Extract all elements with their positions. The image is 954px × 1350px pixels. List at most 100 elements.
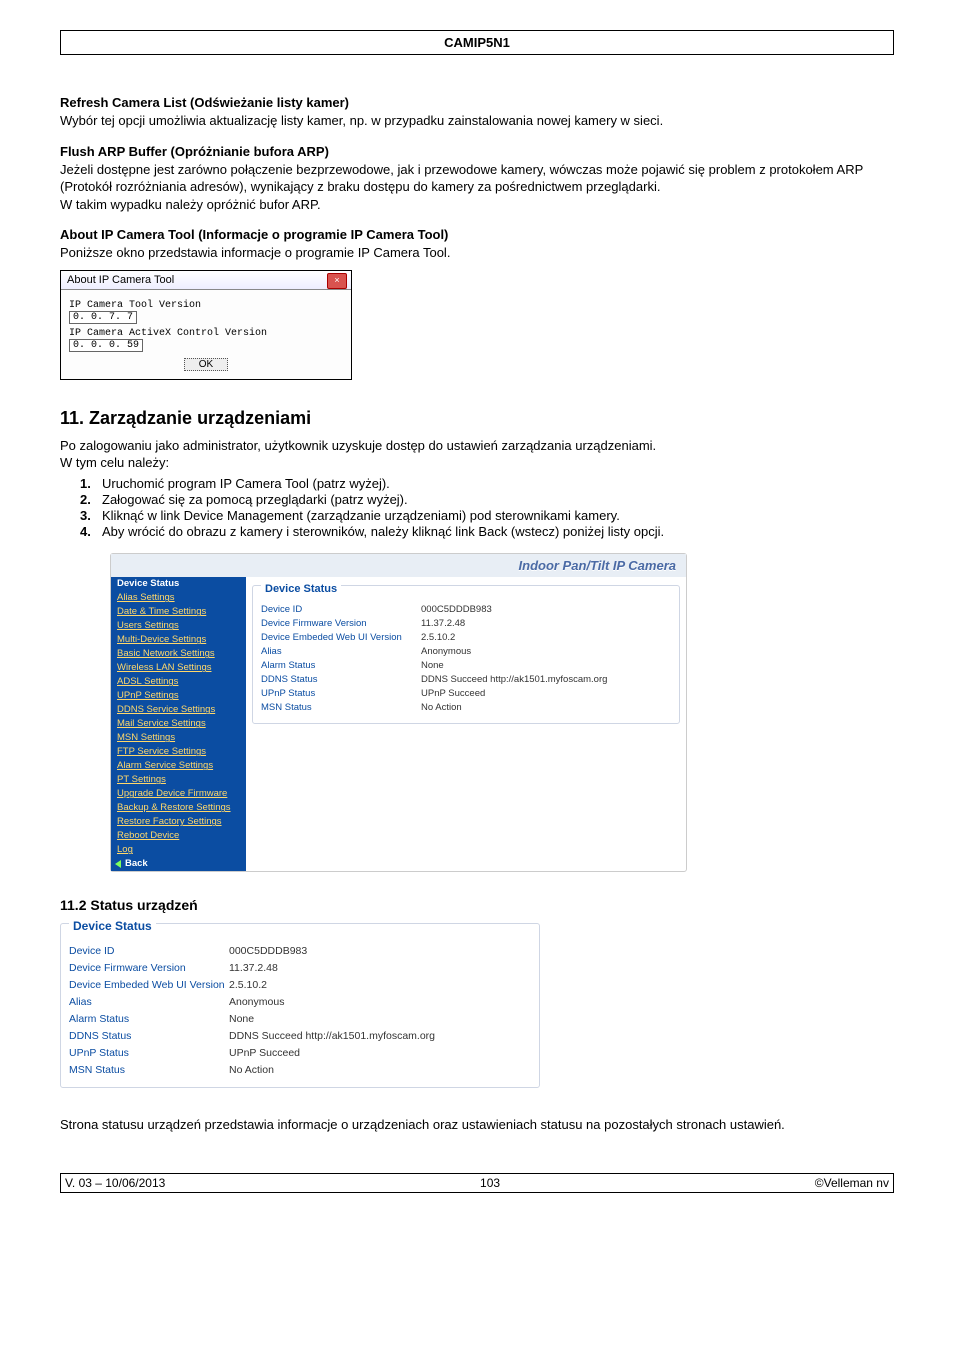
ds-k: Device Embeded Web UI Version: [69, 979, 229, 991]
sidebar-item-msn[interactable]: MSN Settings: [111, 731, 246, 745]
about-dialog-title: About IP Camera Tool ×: [61, 271, 351, 290]
ds-v: Anonymous: [229, 996, 284, 1008]
ds-k: Alarm Status: [69, 1013, 229, 1025]
footer-center: 103: [480, 1176, 500, 1190]
device-status-panel2-title: Device Status: [69, 919, 156, 933]
sidebar-item-log[interactable]: Log: [111, 843, 246, 857]
doc-title: CAMIP5N1: [444, 35, 510, 50]
ds-v: No Action: [421, 702, 462, 713]
devmgmt-header: Indoor Pan/Tilt IP Camera: [111, 554, 686, 577]
about-row1-label: IP Camera Tool Version: [69, 300, 269, 311]
flush-text1: Jeżeli dostępne jest zarówno połączenie …: [60, 161, 894, 196]
sidebar-item-datetime[interactable]: Date & Time Settings: [111, 605, 246, 619]
step-1-text: Uruchomić program IP Camera Tool (patrz …: [102, 476, 390, 491]
step-3: 3.Kliknąć w link Device Management (zarz…: [74, 508, 894, 523]
step-2-text: Załogować się za pomocą przeglądarki (pa…: [102, 492, 408, 507]
about-title: About IP Camera Tool (Informacje o progr…: [60, 227, 894, 242]
device-status-panel: Device Status Device ID000C5DDDB983 Devi…: [252, 585, 680, 724]
footer: V. 03 – 10/06/2013 103 ©Velleman nv: [60, 1173, 894, 1193]
ds2-row-fw: Device Firmware Version11.37.2.48: [69, 960, 531, 977]
doc-header: CAMIP5N1: [60, 30, 894, 55]
ds2-row-upnp: UPnP StatusUPnP Succeed: [69, 1045, 531, 1062]
ds-v: 11.37.2.48: [421, 618, 465, 629]
ds-v: None: [421, 660, 444, 671]
sidebar-item-reboot[interactable]: Reboot Device: [111, 829, 246, 843]
sidebar-item-users[interactable]: Users Settings: [111, 619, 246, 633]
about-ok-wrap: OK: [69, 358, 343, 371]
about-row2-value: 0. 0. 0. 59: [69, 339, 143, 352]
sec112-after: Strona statusu urządzeń przedstawia info…: [60, 1116, 894, 1134]
ds-v: 2.5.10.2: [421, 632, 455, 643]
ds-v: UPnP Succeed: [229, 1047, 300, 1059]
about-row1-value: 0. 0. 7. 7: [69, 311, 137, 324]
ds-k: MSN Status: [69, 1064, 229, 1076]
close-icon[interactable]: ×: [327, 273, 347, 289]
ds-row-deviceid: Device ID000C5DDDB983: [261, 603, 671, 617]
ds-row-webui: Device Embeded Web UI Version2.5.10.2: [261, 631, 671, 645]
ds-v: DDNS Succeed http://ak1501.myfoscam.org: [421, 674, 607, 685]
refresh-text: Wybór tej opcji umożliwia aktualizację l…: [60, 112, 894, 130]
ds2-row-alarm: Alarm StatusNone: [69, 1011, 531, 1028]
sidebar-item-backup[interactable]: Backup & Restore Settings: [111, 801, 246, 815]
sidebar-item-adsl[interactable]: ADSL Settings: [111, 675, 246, 689]
sidebar-item-wireless[interactable]: Wireless LAN Settings: [111, 661, 246, 675]
ds-row-upnp: UPnP StatusUPnP Succeed: [261, 687, 671, 701]
sec11-steps: 1.Uruchomić program IP Camera Tool (patr…: [74, 476, 894, 539]
devmgmt-main: Device Status Device ID000C5DDDB983 Devi…: [246, 577, 686, 871]
step-3-text: Kliknąć w link Device Management (zarząd…: [102, 508, 620, 523]
ds-v: 2.5.10.2: [229, 979, 267, 991]
flush-text2: W takim wypadku należy opróżnić bufor AR…: [60, 196, 894, 214]
sec11-intro2: W tym celu należy:: [60, 454, 894, 472]
ds-row-fw: Device Firmware Version11.37.2.48: [261, 617, 671, 631]
footer-right: ©Velleman nv: [815, 1176, 889, 1190]
sidebar-item-mail[interactable]: Mail Service Settings: [111, 717, 246, 731]
ds-k: DDNS Status: [69, 1030, 229, 1042]
device-status-panel-title: Device Status: [261, 583, 341, 595]
sidebar-item-network[interactable]: Basic Network Settings: [111, 647, 246, 661]
ds-v: 11.37.2.48: [229, 962, 278, 974]
ds-row-alias: AliasAnonymous: [261, 645, 671, 659]
sidebar-item-upnp[interactable]: UPnP Settings: [111, 689, 246, 703]
sidebar-back[interactable]: Back: [111, 857, 246, 871]
ds-k: Device Firmware Version: [69, 962, 229, 974]
about-dialog: About IP Camera Tool × IP Camera Tool Ve…: [60, 270, 352, 380]
about-text: Poniższe okno przedstawia informacje o p…: [60, 244, 894, 262]
sidebar-item-multidevice[interactable]: Multi-Device Settings: [111, 633, 246, 647]
sidebar-item-ddns[interactable]: DDNS Service Settings: [111, 703, 246, 717]
devmgmt-sidebar: Device Status Alias Settings Date & Time…: [111, 577, 246, 871]
about-row-1: IP Camera Tool Version 0. 0. 7. 7: [69, 300, 343, 324]
sidebar-item-ftp[interactable]: FTP Service Settings: [111, 745, 246, 759]
ds-v: 000C5DDDB983: [229, 945, 307, 957]
ds-k: Device Firmware Version: [261, 618, 421, 629]
device-status-panel2: Device Status Device ID000C5DDDB983 Devi…: [60, 923, 540, 1088]
ds-v: 000C5DDDB983: [421, 604, 492, 615]
ds-row-alarm: Alarm StatusNone: [261, 659, 671, 673]
ok-button[interactable]: OK: [184, 358, 228, 371]
sec112-title: 11.2 Status urządzeń: [60, 897, 894, 913]
ds2-row-msn: MSN StatusNo Action: [69, 1062, 531, 1079]
sidebar-item-restore[interactable]: Restore Factory Settings: [111, 815, 246, 829]
sidebar-item-alias[interactable]: Alias Settings: [111, 591, 246, 605]
ds-row-ddns: DDNS StatusDDNS Succeed http://ak1501.my…: [261, 673, 671, 687]
step-4: 4.Aby wrócić do obrazu z kamery i sterow…: [74, 524, 894, 539]
step-4-text: Aby wrócić do obrazu z kamery i sterowni…: [102, 524, 664, 539]
ds2-row-deviceid: Device ID000C5DDDB983: [69, 943, 531, 960]
ds-k: Alias: [261, 646, 421, 657]
ds2-row-alias: AliasAnonymous: [69, 994, 531, 1011]
ds-k: DDNS Status: [261, 674, 421, 685]
sidebar-item-alarm[interactable]: Alarm Service Settings: [111, 759, 246, 773]
sidebar-item-upgrade[interactable]: Upgrade Device Firmware: [111, 787, 246, 801]
step-2: 2.Załogować się za pomocą przeglądarki (…: [74, 492, 894, 507]
ds-row-msn: MSN StatusNo Action: [261, 701, 671, 715]
device-status-rows: Device ID000C5DDDB983 Device Firmware Ve…: [261, 603, 671, 715]
flush-title: Flush ARP Buffer (Opróżnianie bufora ARP…: [60, 144, 894, 159]
sidebar-item-pt[interactable]: PT Settings: [111, 773, 246, 787]
ds-k: Device Embeded Web UI Version: [261, 632, 421, 643]
sidebar-item-device-status[interactable]: Device Status: [111, 577, 246, 591]
ds-k: Device ID: [69, 945, 229, 957]
ds-v: DDNS Succeed http://ak1501.myfoscam.org: [229, 1030, 435, 1042]
ds-k: UPnP Status: [261, 688, 421, 699]
step-1: 1.Uruchomić program IP Camera Tool (patr…: [74, 476, 894, 491]
about-row2-label: IP Camera ActiveX Control Version: [69, 328, 269, 339]
about-dialog-title-text: About IP Camera Tool: [67, 274, 174, 286]
